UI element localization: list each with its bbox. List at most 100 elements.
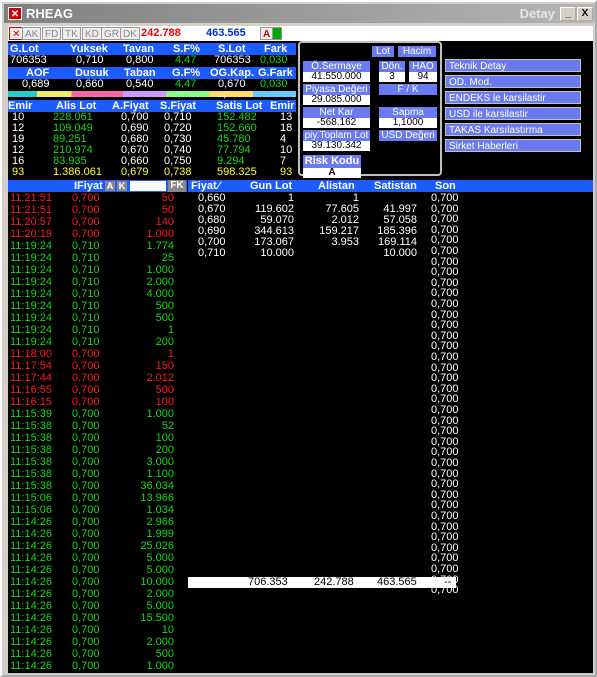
trade-qty: 500 bbox=[155, 384, 174, 396]
val-glot: 706353 bbox=[10, 54, 47, 66]
trade-time: 11:14:26 bbox=[10, 660, 53, 672]
trade-qty: 1 bbox=[167, 324, 174, 336]
trade-price: 0,710 bbox=[72, 252, 100, 264]
net-kar-value: -568.162 bbox=[303, 118, 370, 128]
info-popup: Lot Hacim Ö.Sermaye 41.550.000 Dön. 3 HA… bbox=[298, 41, 442, 178]
side-button[interactable]: ENDEKS le karsilastir bbox=[445, 91, 581, 104]
trade-price: 0,700 bbox=[72, 588, 100, 600]
trade-qty: 13.966 bbox=[140, 492, 174, 504]
trade-qty: 1.774 bbox=[146, 240, 174, 252]
toolbar-item-dk[interactable]: DK bbox=[120, 27, 140, 40]
summary-values-1: 706353 0,710 0,800 4,47 706353 0,030 bbox=[8, 55, 296, 67]
trade-qty: 1 bbox=[167, 348, 174, 360]
price-dist-cell: 10.000 bbox=[383, 247, 417, 259]
val-dusuk: 0,660 bbox=[76, 78, 104, 90]
trade-time: 11:17:44 bbox=[10, 372, 53, 384]
window-title: RHEAG bbox=[26, 6, 73, 21]
trade-qty: 10 bbox=[161, 624, 174, 636]
trade-qty: 100 bbox=[155, 396, 174, 408]
trade-qty: 1.000 bbox=[146, 660, 174, 672]
side-button[interactable]: Sirket Haberleri bbox=[445, 139, 581, 152]
sort-icon[interactable]: ⁄ bbox=[218, 180, 220, 192]
trade-price: 0,710 bbox=[72, 276, 100, 288]
val-taban: 0,540 bbox=[126, 78, 154, 90]
trade-price: 0,700 bbox=[72, 384, 100, 396]
trade-qty: 4.000 bbox=[146, 288, 174, 300]
trade-time: 11:19:24 bbox=[10, 240, 53, 252]
trade-qty: 5.000 bbox=[146, 600, 174, 612]
price-dist-cell: 3.953 bbox=[331, 236, 359, 248]
minimize-button[interactable]: _ bbox=[560, 7, 576, 21]
toolbar-item-tk[interactable]: TK bbox=[62, 27, 81, 40]
hdr-satistan: Satistan bbox=[374, 180, 417, 192]
trade-time: 11:20:57 bbox=[10, 216, 53, 228]
trade-qty: 2.000 bbox=[146, 276, 174, 288]
toolbar-item-kd[interactable]: KD bbox=[82, 27, 102, 40]
trade-price: 0,700 bbox=[72, 636, 100, 648]
trades-k-button[interactable]: K bbox=[117, 181, 127, 191]
trade-price: 0,700 bbox=[72, 396, 100, 408]
app-icon: ✕ bbox=[8, 7, 22, 20]
total-gun-lot: 706.353 bbox=[248, 576, 288, 588]
trade-time: 11:19:24 bbox=[10, 312, 53, 324]
trade-qty: 1.034 bbox=[146, 504, 174, 516]
trade-time: 11:19:24 bbox=[10, 288, 53, 300]
detay-label: Detay bbox=[519, 6, 555, 21]
color-strip bbox=[8, 91, 296, 97]
sapma-value: 1,1000 bbox=[379, 118, 437, 128]
lot-button[interactable]: Lot bbox=[372, 46, 394, 57]
trades-fk-button[interactable]: FK bbox=[168, 180, 186, 192]
price-dist-cell: 10.000 bbox=[260, 247, 294, 259]
side-button[interactable]: TAKAS Karsılastırma bbox=[445, 123, 581, 136]
trade-price: 0,700 bbox=[72, 420, 100, 432]
side-button[interactable]: OD. Mod. bbox=[445, 75, 581, 88]
trade-qty: 2.000 bbox=[146, 636, 174, 648]
trade-price: 0,710 bbox=[72, 288, 100, 300]
trade-qty: 2.966 bbox=[146, 516, 174, 528]
trade-price: 0,700 bbox=[72, 360, 100, 372]
trade-time: 11:19:24 bbox=[10, 276, 53, 288]
val-fark: 0,030 bbox=[260, 54, 288, 66]
trade-time: 11:15:38 bbox=[10, 432, 53, 444]
trade-time: 11:20:19 bbox=[10, 228, 53, 240]
side-button[interactable]: USD ile karsilastir bbox=[445, 107, 581, 120]
trade-qty: 1.000 bbox=[146, 408, 174, 420]
trade-price: 0,700 bbox=[72, 492, 100, 504]
trade-qty: 1.100 bbox=[146, 468, 174, 480]
trade-qty: 100 bbox=[155, 432, 174, 444]
trade-time: 11:14:26 bbox=[10, 540, 53, 552]
toolbar-value-buy: 463.565 bbox=[206, 27, 246, 39]
piyasa-value: 29.085.000 bbox=[303, 95, 370, 105]
trade-time: 11:15:38 bbox=[10, 444, 53, 456]
toolbar-item-gr[interactable]: GR bbox=[101, 27, 122, 40]
trades-header: IFiyat A K FK bbox=[8, 180, 187, 192]
trades-a-button[interactable]: A bbox=[105, 181, 115, 191]
main-content: ✕ AK FD TK KD GR DK 242.788 463.565 A G.… bbox=[8, 26, 593, 673]
toolbar-item-fd[interactable]: FD bbox=[42, 27, 62, 40]
trade-price: 0,700 bbox=[72, 480, 100, 492]
toolbar-item-ak[interactable]: AK bbox=[22, 27, 42, 40]
depth-total-cell: 1.386.061 bbox=[53, 166, 102, 178]
trade-time: 11:14:26 bbox=[10, 648, 53, 660]
trades-filter-input[interactable] bbox=[130, 181, 166, 191]
val-slot: 706353 bbox=[214, 54, 251, 66]
trade-price: 0,700 bbox=[72, 552, 100, 564]
trade-price: 0,700 bbox=[72, 456, 100, 468]
trade-price: 0,710 bbox=[72, 240, 100, 252]
side-button[interactable]: Teknik Detay bbox=[445, 59, 581, 72]
trade-time: 11:17:54 bbox=[10, 360, 53, 372]
arrow-right-icon[interactable] bbox=[272, 27, 282, 40]
trade-qty: 5.000 bbox=[146, 552, 174, 564]
trade-price: 0,700 bbox=[72, 468, 100, 480]
trade-qty: 2.012 bbox=[146, 372, 174, 384]
total-alistan: 242.788 bbox=[314, 576, 354, 588]
trade-price: 0,700 bbox=[72, 408, 100, 420]
hdr-alistan: Alistan bbox=[318, 180, 355, 192]
trade-time: 11:15:38 bbox=[10, 480, 53, 492]
hdr-ifiyat: IFiyat bbox=[74, 180, 103, 192]
depth-total-cell: 598.325 bbox=[217, 166, 257, 178]
trade-qty: 140 bbox=[155, 216, 174, 228]
hacim-button[interactable]: Hacim bbox=[398, 46, 436, 57]
close-button[interactable]: X bbox=[577, 7, 593, 21]
title-bar[interactable]: ✕ RHEAG Detay _ X bbox=[4, 4, 595, 23]
